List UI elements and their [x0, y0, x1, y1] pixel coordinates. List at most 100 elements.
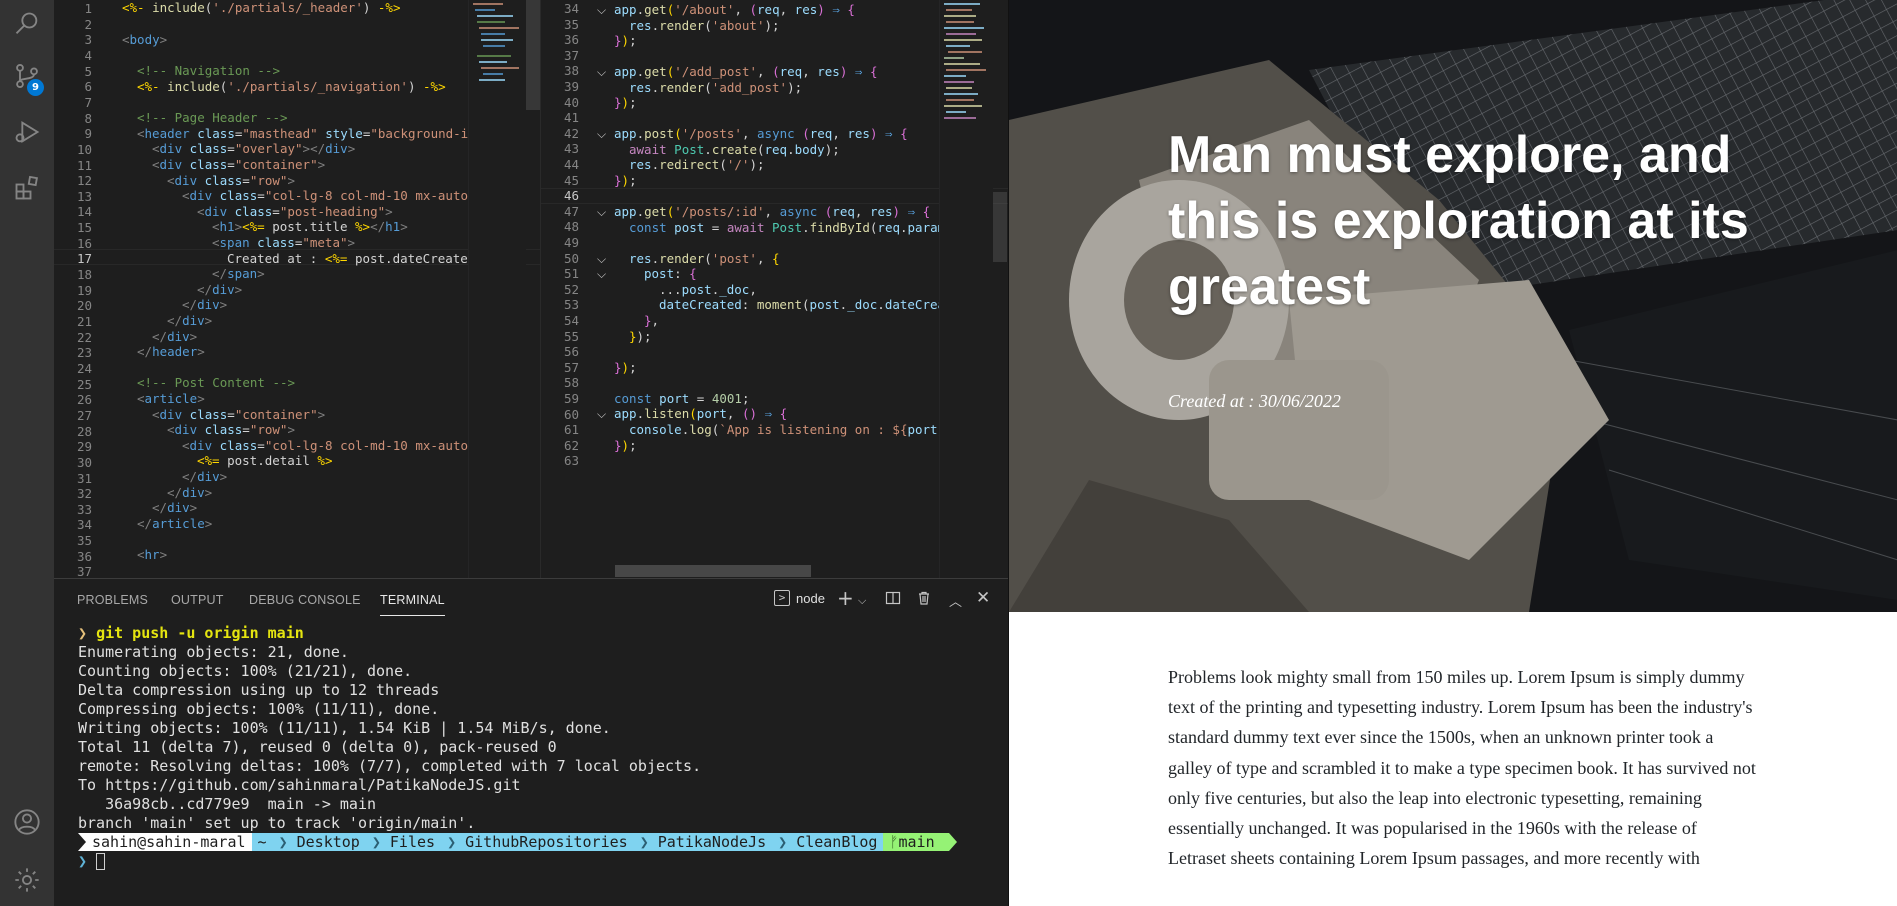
terminal-line: To https://github.com/sahinmaral/PatikaN…	[78, 776, 521, 794]
line-number: 41	[563, 110, 579, 126]
editor-scrollbar[interactable]	[993, 192, 1007, 262]
code-line: </div>	[182, 469, 228, 484]
line-number: 11	[76, 157, 92, 173]
code-line: <div class="col-lg-8 col-md-10 mx-auto"	[182, 188, 476, 203]
line-number: 49	[563, 235, 579, 250]
split-terminal-icon[interactable]	[885, 590, 901, 610]
line-number: 15	[76, 220, 92, 236]
shell-prompt: sahin@sahin-maral ~ ❯ Desktop ❯ Files ❯ …	[78, 833, 957, 851]
code-line: });	[614, 438, 637, 453]
line-number: 55	[563, 328, 579, 344]
horizontal-scrollbar[interactable]	[615, 565, 811, 577]
code-line: console.log(`App is listening on : ${por…	[629, 422, 945, 437]
line-number: 13	[76, 188, 92, 204]
line-number: 8	[84, 110, 92, 126]
tab-problems[interactable]: PROBLEMS	[77, 593, 148, 607]
line-number: 58	[563, 375, 579, 391]
browser-preview: Man must explore, and this is exploratio…	[1008, 0, 1897, 906]
prompt-path-githubrepositories: ❯ GithubRepositories	[441, 833, 634, 851]
prompt-path-desktop: ❯ Desktop	[272, 833, 366, 851]
line-number: 56	[563, 344, 579, 360]
code-line: </header>	[137, 344, 205, 359]
code-line: </span>	[212, 266, 265, 281]
line-number: 36	[563, 32, 579, 48]
tab-terminal[interactable]: TERMINAL	[380, 593, 445, 616]
trash-icon[interactable]	[916, 590, 932, 610]
code-line: dateCreated: moment(post._doc.dateCrea	[659, 297, 946, 312]
line-number: 29	[76, 439, 92, 455]
line-number: 42	[563, 125, 579, 141]
code-line: post: {	[644, 266, 697, 281]
minimap[interactable]	[468, 0, 526, 578]
code-line: app.get('/posts/:id', async (req, res) ⇒…	[614, 204, 931, 219]
run-debug-icon[interactable]	[0, 108, 54, 156]
new-terminal-plus-icon[interactable]: +	[837, 586, 854, 610]
terminal-line: 36a98cb..cd779e9 main -> main	[78, 795, 377, 813]
code-line: app.get('/about', (req, res) ⇒ {	[614, 2, 855, 17]
line-number: 37	[76, 564, 92, 578]
line-number: 4	[84, 47, 92, 63]
line-number: 45	[563, 172, 579, 188]
line-number: 35	[76, 533, 92, 549]
prompt-home-segment: ~	[251, 833, 273, 851]
code-line: <%- include('./partials/_header') -%>	[122, 0, 401, 15]
code-line: </div>	[152, 329, 198, 344]
terminal-line: branch 'main' set up to track 'origin/ma…	[78, 814, 476, 832]
line-number: 54	[563, 313, 579, 328]
line-number: 22	[76, 329, 92, 345]
source-control-badge: 9	[27, 79, 44, 96]
line-number: 19	[76, 282, 92, 298]
code-line: <h1><%= post.title %></h1>	[212, 219, 408, 234]
terminal-cursor[interactable]	[96, 853, 105, 870]
extensions-icon[interactable]	[0, 164, 54, 212]
line-number: 6	[84, 79, 92, 95]
line-number: 61	[563, 422, 579, 438]
code-line: <div class="row">	[167, 173, 295, 188]
chevron-down-icon[interactable]: ⌵	[858, 594, 866, 608]
tab-output[interactable]: OUTPUT	[171, 593, 224, 607]
terminal-line: Compressing objects: 100% (11/11), done.	[78, 700, 440, 718]
activity-bar: 9	[0, 0, 54, 906]
maximize-panel-chevron-up-icon[interactable]: ︿	[949, 591, 962, 610]
line-number: 62	[563, 437, 579, 453]
code-line: </div>	[167, 485, 213, 500]
code-line: });	[614, 360, 637, 375]
code-line: ...post._doc,	[659, 282, 757, 297]
line-number: 14	[76, 204, 92, 220]
source-control-icon[interactable]: 9	[0, 52, 54, 100]
line-number: 57	[563, 359, 579, 375]
settings-gear-icon[interactable]	[0, 856, 54, 904]
line-number: 10	[76, 141, 92, 157]
line-number: 33	[76, 501, 92, 517]
prompt-path-patikanodejs: ❯ PatikaNodeJs	[633, 833, 773, 851]
terminal-shell-selector[interactable]: > node	[774, 590, 825, 606]
code-line: </article>	[137, 516, 213, 531]
line-number: 63	[563, 453, 579, 469]
close-panel-icon[interactable]: ✕	[976, 588, 990, 608]
code-line: <article>	[137, 391, 205, 406]
code-line: app.post('/posts', async (req, res) ⇒ {	[614, 126, 908, 141]
code-line: const port = 4001;	[614, 391, 750, 406]
editor-app-js[interactable]: 34 35 36 37 38 39 40 41 42 43 44 45 46 47 48 49 50 51 52 53…	[540, 0, 1008, 578]
post-meta-date: Created at : 30/06/2022	[1168, 391, 1341, 411]
code-line: <header class="masthead" style="backgrou…	[137, 126, 484, 141]
code-line: await Post.create(req.body);	[629, 142, 840, 157]
editor-post-ejs[interactable]: 1 2 3 4 5 6 7 8 9 10 11 12 13 14 15 16 17 18 19 20 21 22 23 24 2…	[54, 0, 540, 578]
search-icon[interactable]	[0, 0, 54, 48]
tab-debug-console[interactable]: DEBUG CONSOLE	[249, 593, 361, 607]
code-line: <!-- Post Content -->	[137, 375, 296, 390]
code-line: <div class="row">	[167, 422, 295, 437]
fold-chevron-icon: ⌵	[597, 407, 607, 421]
bottom-panel: PROBLEMS OUTPUT DEBUG CONSOLE TERMINAL >…	[54, 578, 1008, 906]
editor-scrollbar[interactable]	[526, 0, 540, 110]
code-line: });	[629, 329, 652, 344]
line-number: 37	[563, 47, 579, 63]
minimap[interactable]	[939, 0, 993, 578]
line-number: 34	[563, 1, 579, 16]
prompt-path-cleanblog: ❯ CleanBlog	[772, 833, 884, 851]
code-line: });	[614, 95, 637, 110]
line-number: 39	[563, 79, 579, 94]
account-icon[interactable]	[0, 798, 54, 846]
terminal-line: Delta compression using up to 12 threads	[78, 681, 440, 699]
line-number: 3	[84, 32, 92, 48]
